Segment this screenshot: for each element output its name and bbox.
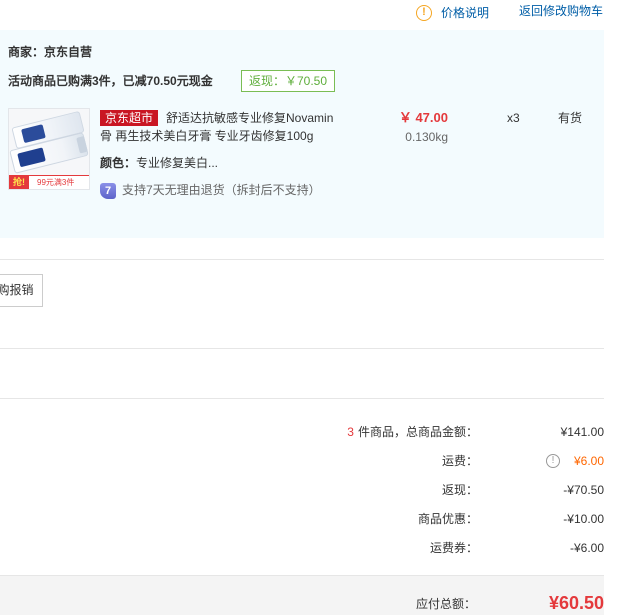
payable-footer: 应付总额： ¥60.50 xyxy=(0,575,604,615)
product-title[interactable]: 京东超市 舒适达抗敏感专业修复Novamin骨 再生技术美白牙膏 专业牙齿修复10… xyxy=(100,109,336,145)
invoice-button[interactable]: 购报销 xyxy=(0,274,43,307)
freight-value: ¥6.00 xyxy=(573,454,604,468)
section-divider xyxy=(0,259,604,260)
seller-name: 京东自营 xyxy=(44,45,93,59)
cashback-value: -¥70.50 xyxy=(563,483,604,497)
info-circle-icon xyxy=(416,5,432,21)
discount-value: -¥10.00 xyxy=(563,512,604,526)
attribute-value: 专业修复美白... xyxy=(136,156,219,170)
subtotal-value: ¥141.00 xyxy=(560,425,604,439)
product-attribute: 颜色：专业修复美白... xyxy=(100,154,218,172)
payable-label: 应付总额： xyxy=(415,597,476,611)
product-image[interactable]: 抢! 99元满3件 xyxy=(8,108,90,190)
image-grab-tag: 抢! xyxy=(9,176,29,189)
info-circle-icon[interactable] xyxy=(546,454,560,468)
back-to-cart-link[interactable]: 返回修改购物车 xyxy=(519,3,603,19)
summary-row-freight-coupon: 运费券： -¥6.00 xyxy=(0,534,604,563)
product-quantity: x3 xyxy=(507,111,520,125)
cashback-label: 返现： xyxy=(441,483,478,497)
item-count: 3 xyxy=(347,425,354,439)
freight-coupon-value: -¥6.00 xyxy=(569,541,604,555)
seller-info: 商家：京东自营 xyxy=(8,44,92,60)
summary-row-subtotal: 3 件商品，总商品金额： ¥141.00 xyxy=(0,418,604,447)
tube-cap xyxy=(76,136,88,154)
promo-text: 活动商品已购满3件，已减70.50元现金 xyxy=(8,74,213,88)
summary-row-discount: 商品优惠： -¥10.00 xyxy=(0,505,604,534)
section-divider xyxy=(0,398,604,399)
summary-row-freight: 运费： ¥6.00 xyxy=(0,447,604,476)
freight-label: 运费： xyxy=(441,454,478,468)
product-weight: 0.130kg xyxy=(405,130,448,144)
discount-label: 商品优惠： xyxy=(417,512,478,526)
payable-value: ¥60.50 xyxy=(548,593,604,613)
section-divider xyxy=(0,348,604,349)
summary-row-cashback: 返现： -¥70.50 xyxy=(0,476,604,505)
product-price: ￥ 47.00 xyxy=(398,110,448,125)
cashback-tag: 返现：￥70.50 xyxy=(241,70,335,92)
tube-label-band xyxy=(21,124,46,144)
return-policy-text: 支持7天无理由退货（拆封后不支持） xyxy=(122,183,321,197)
subtotal-label-text: 件商品，总商品金额： xyxy=(357,425,478,439)
subtotal-label: 3 件商品，总商品金额： xyxy=(347,424,478,440)
seven-day-return-icon: 7 xyxy=(100,183,116,199)
attribute-label: 颜色： xyxy=(100,156,137,170)
freight-coupon-label: 运费券： xyxy=(429,541,478,555)
channel-badge: 京东超市 xyxy=(100,110,159,126)
seller-label: 商家： xyxy=(8,45,45,59)
tube-label-band xyxy=(17,147,46,168)
stock-status: 有货 xyxy=(558,111,583,125)
image-promo-text: 99元满3件 xyxy=(37,178,75,187)
order-group-panel: 商家：京东自营 活动商品已购满3件，已减70.50元现金 返现：￥70.50 抢… xyxy=(0,30,604,238)
price-note-label: 价格说明 xyxy=(441,6,490,20)
price-note-link[interactable]: 价格说明 xyxy=(416,4,489,22)
image-promo-strip: 抢! 99元满3件 xyxy=(9,175,89,189)
